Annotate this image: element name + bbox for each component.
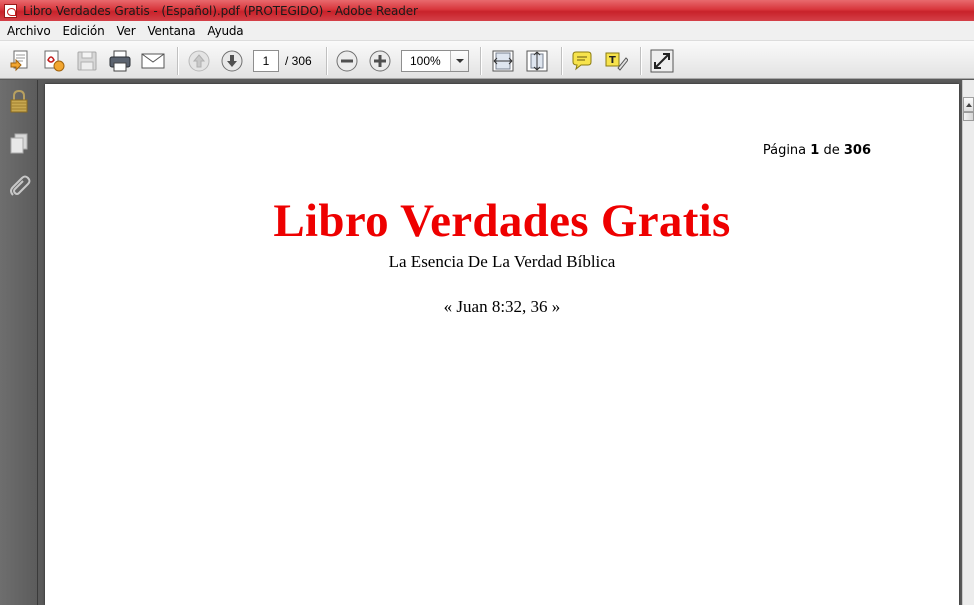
toolbar-separator (561, 47, 562, 75)
document-title: Libro Verdades Gratis (273, 195, 731, 247)
fit-width-button[interactable] (491, 49, 515, 73)
page-number-value: 1 (262, 54, 270, 68)
toolbar-separator (480, 47, 481, 75)
toolbar: 1 / 306 100% T (0, 41, 974, 79)
menu-archivo[interactable]: Archivo (2, 24, 57, 38)
lock-icon (10, 89, 28, 113)
previous-page-icon (188, 50, 210, 72)
next-page-button[interactable] (220, 49, 244, 73)
next-page-icon (221, 50, 243, 72)
toolbar-separator (640, 47, 641, 75)
page-total-label: / 306 (285, 54, 312, 68)
menu-bar: Archivo Edición Ver Ventana Ayuda (0, 21, 974, 41)
save-button[interactable] (75, 49, 99, 73)
chevron-down-icon[interactable] (450, 51, 468, 71)
zoom-in-icon (369, 50, 391, 72)
fit-page-button[interactable] (525, 49, 549, 73)
print-icon (109, 50, 131, 72)
full-screen-icon (650, 49, 674, 73)
fit-page-icon (526, 50, 548, 72)
attachment-icon (10, 175, 31, 196)
toolbar-separator (326, 47, 327, 75)
menu-ver[interactable]: Ver (111, 24, 142, 38)
page-of-label: de (823, 143, 840, 158)
menu-edicion[interactable]: Edición (57, 24, 111, 38)
adobe-reader-icon (4, 3, 17, 18)
scroll-thumb[interactable] (963, 112, 974, 121)
highlight-button[interactable]: T (604, 49, 628, 73)
page-indicator: Página 1 de 306 (763, 143, 871, 158)
highlight-icon: T (605, 52, 628, 71)
document-area: Página 1 de 306 Libro Verdades Gratis La… (39, 80, 962, 605)
zoom-value: 100% (410, 54, 441, 68)
page-number: 1 (810, 143, 820, 158)
pages-icon (10, 133, 28, 154)
page-count: 306 (843, 143, 871, 158)
create-pdf-secure-icon (44, 50, 65, 72)
attachments-panel-button[interactable] (7, 175, 31, 199)
email-icon (141, 53, 165, 69)
create-pdf-icon (10, 50, 28, 72)
comment-button[interactable] (570, 49, 594, 73)
full-screen-button[interactable] (650, 49, 674, 73)
print-button[interactable] (108, 49, 132, 73)
secure-pdf-button[interactable] (42, 49, 66, 73)
security-settings-button[interactable] (7, 89, 31, 113)
document-verse: « Juan 8:32, 36 » (443, 297, 561, 316)
fit-width-icon (492, 50, 514, 72)
scroll-up-button[interactable] (963, 97, 974, 112)
zoom-out-icon (336, 50, 358, 72)
save-icon (77, 51, 97, 71)
previous-page-button[interactable] (187, 49, 211, 73)
menu-ventana[interactable]: Ventana (142, 24, 202, 38)
zoom-select[interactable]: 100% (401, 50, 469, 72)
vertical-scrollbar[interactable] (962, 80, 974, 605)
page-number-input[interactable]: 1 (253, 50, 279, 72)
document-subtitle: La Esencia De La Verdad Bíblica (388, 252, 616, 271)
comment-icon (572, 51, 592, 71)
zoom-out-button[interactable] (335, 49, 359, 73)
navigation-panel (0, 80, 38, 605)
svg-text:T: T (609, 55, 616, 66)
page-label: Página (762, 143, 807, 158)
menu-ayuda[interactable]: Ayuda (202, 24, 250, 38)
zoom-in-button[interactable] (368, 49, 392, 73)
toolbar-separator (177, 47, 178, 75)
window-title: Libro Verdades Gratis - (Español).pdf (P… (23, 3, 418, 18)
title-bar: Libro Verdades Gratis - (Español).pdf (P… (0, 0, 974, 21)
pdf-page: Página 1 de 306 Libro Verdades Gratis La… (45, 84, 959, 605)
create-pdf-button[interactable] (8, 49, 32, 73)
email-button[interactable] (141, 49, 165, 73)
pages-panel-button[interactable] (7, 132, 31, 156)
